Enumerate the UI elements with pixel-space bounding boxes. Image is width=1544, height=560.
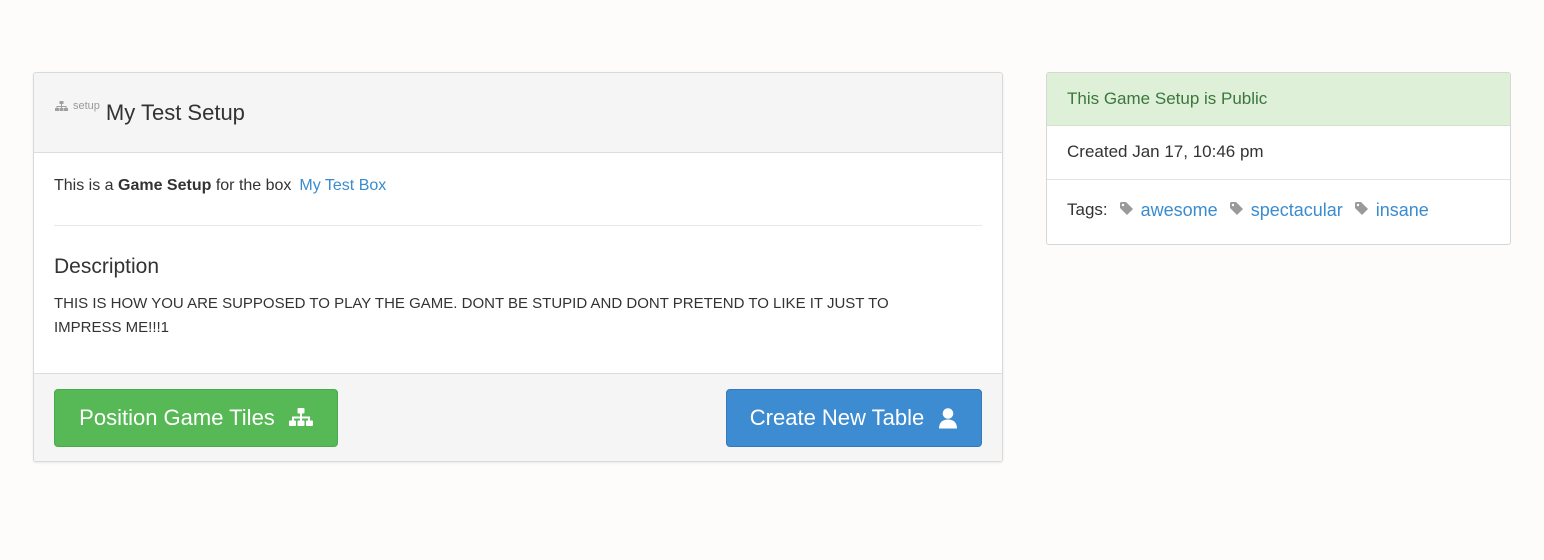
- setup-panel: setup My Test Setup This is a Game Setup…: [33, 72, 1003, 462]
- sitemap-icon: [55, 100, 73, 115]
- sitemap-icon: [288, 408, 313, 428]
- description-title: Description: [54, 255, 160, 278]
- tag-item: spectacular: [1229, 200, 1343, 221]
- intro-line: This is a Game Setup for the box My Test …: [54, 153, 982, 226]
- tag-link-insane[interactable]: insane: [1376, 200, 1429, 221]
- user-icon: [938, 407, 958, 429]
- tag-item: insane: [1354, 200, 1429, 221]
- intro-suffix: for the box: [211, 177, 292, 194]
- tag-link-awesome[interactable]: awesome: [1141, 200, 1218, 221]
- intro-strong: Game Setup: [118, 177, 212, 194]
- tag-icon: [1229, 200, 1251, 220]
- tags-row: Tags: awesome spectacular insane: [1047, 178, 1510, 242]
- create-new-table-button[interactable]: Create New Table: [726, 389, 982, 447]
- tag-icon: [1119, 200, 1141, 220]
- setup-kicker-label: setup: [73, 100, 100, 112]
- intro-prefix: This is a: [54, 177, 119, 194]
- public-status-banner: This Game Setup is Public: [1047, 73, 1510, 126]
- panel-body: This is a Game Setup for the box My Test …: [34, 153, 1002, 340]
- info-panel: This Game Setup is Public Created Jan 17…: [1046, 72, 1511, 245]
- position-game-tiles-button[interactable]: Position Game Tiles: [54, 389, 338, 447]
- tags-label: Tags:: [1067, 200, 1108, 219]
- description-text: THIS IS HOW YOU ARE SUPPOSED TO PLAY THE…: [54, 295, 889, 336]
- page: setup My Test Setup This is a Game Setup…: [0, 0, 1544, 560]
- tag-link-spectacular[interactable]: spectacular: [1251, 200, 1343, 221]
- created-timestamp: Created Jan 17, 10:46 pm: [1047, 126, 1510, 180]
- tag-item: awesome: [1119, 200, 1218, 221]
- panel-heading: setup My Test Setup: [34, 73, 1002, 153]
- position-button-label: Position Game Tiles: [79, 405, 275, 430]
- page-title: My Test Setup: [105, 99, 245, 125]
- setup-kicker: setup: [55, 100, 100, 115]
- create-button-label: Create New Table: [749, 405, 925, 430]
- box-link[interactable]: My Test Box: [299, 177, 386, 194]
- tag-icon: [1354, 200, 1376, 220]
- panel-footer: Position Game Tiles Create New Table: [34, 373, 1002, 461]
